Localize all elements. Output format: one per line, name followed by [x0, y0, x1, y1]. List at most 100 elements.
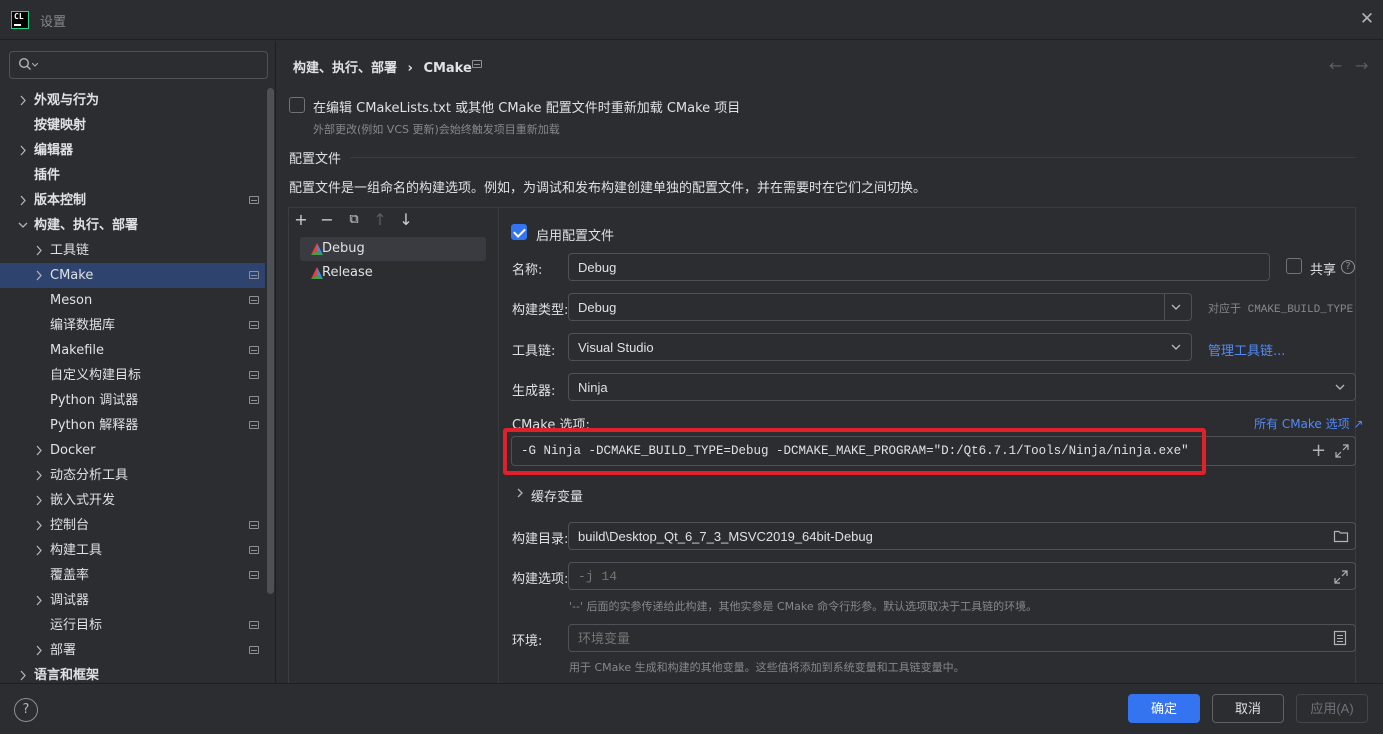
sidebar-item-label: 构建、执行、部署 [34, 218, 139, 233]
settings-sidebar: 外观与行为 按键映射编辑器插件版本控制构建、执行、部署工具链 CMake Meson 编… [0, 41, 276, 683]
close-icon[interactable]: ✕ [1358, 10, 1376, 28]
chevron-down-icon[interactable] [1331, 378, 1349, 396]
build-options-input[interactable] [578, 568, 1207, 585]
chevron-right-icon[interactable] [34, 263, 46, 288]
sidebar-item[interactable]: 动态分析工具 [0, 463, 265, 488]
help-icon[interactable]: ? [14, 698, 38, 722]
sidebar-item[interactable]: 工具链 [0, 238, 265, 263]
profile-item[interactable]: Release [300, 261, 486, 285]
sidebar-item[interactable]: Python 调试器 [0, 388, 265, 413]
chevron-down-icon[interactable] [1167, 298, 1185, 316]
project-scope-icon [249, 371, 259, 379]
sidebar-item[interactable]: 版本控制 [0, 188, 265, 213]
sidebar-item-label: Makefile [50, 343, 105, 358]
sidebar-item[interactable]: 自定义构建目标 [0, 363, 265, 388]
sidebar-item[interactable]: Meson [0, 288, 265, 313]
folder-icon[interactable] [1333, 529, 1349, 543]
sidebar-item[interactable]: 构建、执行、部署 [0, 213, 265, 238]
sidebar-item[interactable]: Docker [0, 438, 265, 463]
insert-macro-icon[interactable]: + [1311, 440, 1326, 461]
profile-name: Release [322, 265, 373, 280]
manage-toolchains-link[interactable]: 管理工具链... [1208, 340, 1285, 359]
all-cmake-options-link[interactable]: 所有 CMake 选项 ↗ [1254, 415, 1364, 432]
name-field[interactable] [568, 253, 1270, 281]
chevron-down-icon[interactable] [18, 213, 30, 238]
share-help-icon[interactable]: ? [1341, 260, 1355, 274]
chevron-right-icon[interactable] [18, 188, 30, 213]
apply-button[interactable]: 应用(A) [1296, 694, 1368, 723]
chevron-right-icon[interactable] [34, 513, 46, 538]
back-arrow-icon[interactable]: ← [1329, 56, 1342, 75]
sidebar-item[interactable]: 构建工具 [0, 538, 265, 563]
edit-list-icon[interactable] [1333, 630, 1347, 646]
toolchain-select[interactable] [568, 333, 1192, 361]
sidebar-item[interactable]: 插件 [0, 163, 265, 188]
chevron-right-icon[interactable] [34, 238, 46, 263]
project-scope-icon [249, 521, 259, 529]
sidebar-item[interactable]: 调试器 [0, 588, 265, 613]
profile-item[interactable]: Debug [300, 237, 486, 261]
enable-profile-checkbox[interactable] [511, 224, 527, 240]
sidebar-item-label: 编辑器 [34, 143, 74, 158]
toolchain-input[interactable] [578, 339, 1076, 356]
search-input[interactable] [40, 56, 260, 74]
chevron-right-icon[interactable] [34, 488, 46, 513]
search-dropdown-icon[interactable] [32, 63, 38, 67]
remove-profile-icon[interactable]: − [317, 210, 337, 230]
copy-profile-icon[interactable]: ⧉ [344, 210, 364, 230]
chevron-right-icon[interactable] [34, 588, 46, 613]
build-directory-field[interactable] [568, 522, 1356, 550]
sidebar-item[interactable]: Python 解释器 [0, 413, 265, 438]
expand-icon[interactable] [1334, 443, 1350, 459]
reload-on-edit-checkbox[interactable] [289, 97, 305, 113]
sidebar-item-label: Meson [50, 293, 93, 308]
cache-variables-toggle[interactable]: 缓存变量 [531, 486, 583, 505]
generator-select[interactable] [568, 373, 1356, 401]
chevron-right-icon[interactable] [18, 663, 30, 683]
sidebar-item[interactable]: 外观与行为 [0, 88, 265, 113]
environment-field[interactable] [568, 624, 1356, 652]
environment-input[interactable] [578, 630, 1207, 647]
window-title: 设置 [40, 15, 67, 30]
chevron-right-icon[interactable] [34, 438, 46, 463]
generator-input[interactable] [578, 379, 1207, 396]
sidebar-scrollbar[interactable] [267, 88, 274, 594]
expand-icon[interactable] [1333, 569, 1349, 585]
sidebar-item[interactable]: 覆盖率 [0, 563, 265, 588]
chevron-right-icon[interactable] [515, 487, 525, 499]
sidebar-item-label: 插件 [34, 168, 61, 183]
chevron-down-icon[interactable] [1167, 338, 1185, 356]
chevron-right-icon[interactable] [34, 463, 46, 488]
forward-arrow-icon[interactable]: → [1355, 56, 1368, 75]
chevron-right-icon[interactable] [18, 138, 30, 163]
sidebar-item[interactable]: 运行目标 [0, 613, 265, 638]
sidebar-item[interactable]: 嵌入式开发 [0, 488, 265, 513]
move-up-icon[interactable]: ↑ [370, 210, 390, 230]
ok-button[interactable]: 确定 [1128, 694, 1200, 723]
build-type-input[interactable] [578, 299, 1076, 316]
sidebar-item[interactable]: 控制台 [0, 513, 265, 538]
sidebar-item-label: Python 调试器 [50, 393, 139, 408]
build-type-combobox[interactable] [568, 293, 1192, 321]
sidebar-item[interactable]: 按键映射 [0, 113, 265, 138]
add-profile-icon[interactable]: + [291, 210, 311, 230]
chevron-right-icon[interactable] [34, 538, 46, 563]
cancel-button[interactable]: 取消 [1212, 694, 1284, 723]
settings-search-box[interactable] [9, 51, 268, 79]
sidebar-item[interactable]: 编辑器 [0, 138, 265, 163]
breadcrumb-parent[interactable]: 构建、执行、部署 [293, 61, 397, 76]
sidebar-item[interactable]: CMake [0, 263, 265, 288]
build-directory-input[interactable] [578, 528, 1207, 545]
move-down-icon[interactable]: ↓ [396, 210, 416, 230]
sidebar-item[interactable]: 编译数据库 [0, 313, 265, 338]
name-input[interactable] [578, 259, 1138, 276]
sidebar-item[interactable]: 部署 [0, 638, 265, 663]
share-checkbox[interactable] [1286, 258, 1302, 274]
chevron-right-icon[interactable] [18, 88, 30, 113]
chevron-right-icon[interactable] [34, 638, 46, 663]
sidebar-item[interactable]: 语言和框架 [0, 663, 265, 683]
sidebar-item[interactable]: Makefile [0, 338, 265, 363]
profiles-section-title: 配置文件 [289, 152, 342, 167]
build-options-field[interactable] [568, 562, 1356, 590]
project-scope-icon [249, 321, 259, 329]
